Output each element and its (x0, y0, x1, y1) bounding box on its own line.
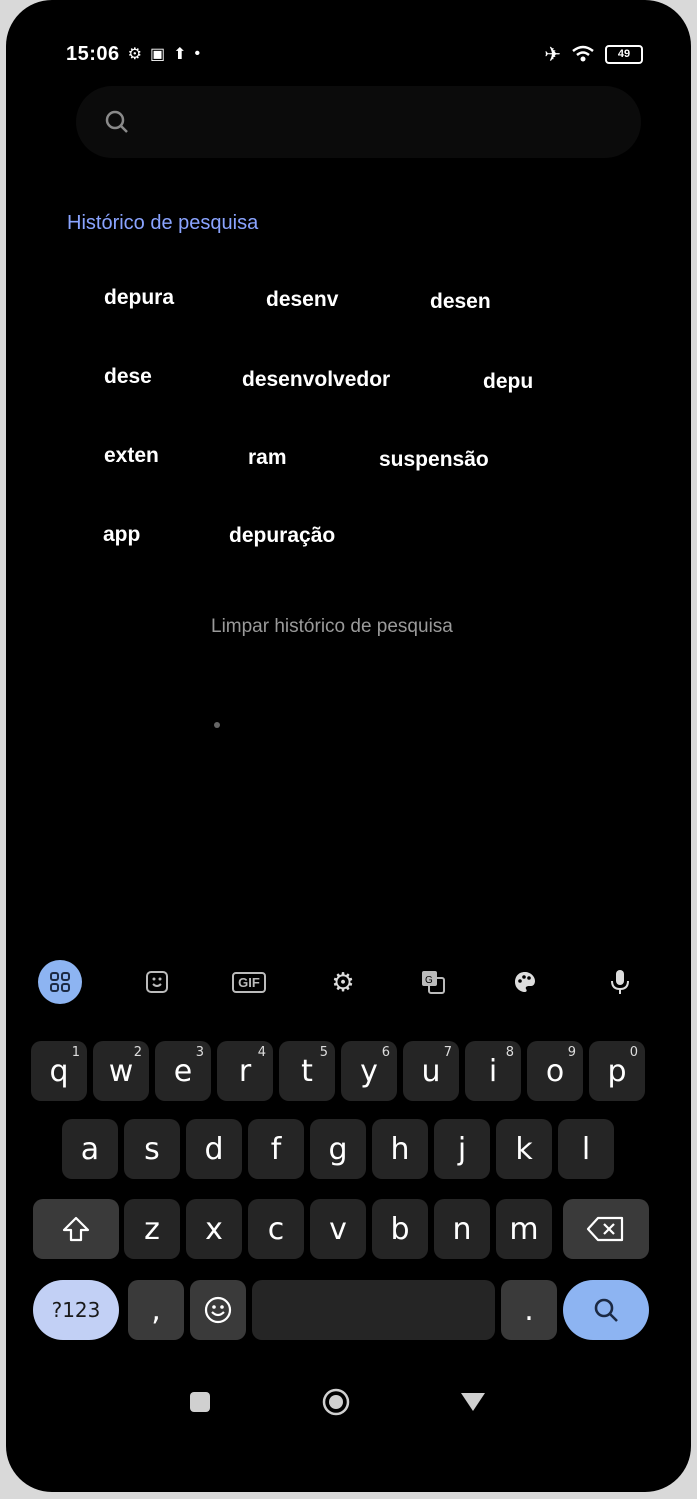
key-a[interactable]: a (62, 1119, 118, 1179)
backspace-key[interactable] (563, 1199, 649, 1259)
shift-key[interactable] (33, 1199, 119, 1259)
translate-icon[interactable]: G (411, 960, 455, 1004)
key-f[interactable]: f (248, 1119, 304, 1179)
wifi-icon (572, 45, 594, 62)
key-w[interactable]: w2 (93, 1041, 149, 1101)
keyboard-row-3: z x c v b n m (23, 1199, 667, 1265)
key-b[interactable]: b (372, 1199, 428, 1259)
key-t[interactable]: t5 (279, 1041, 335, 1101)
shift-icon (62, 1216, 90, 1242)
search-bar[interactable] (76, 86, 641, 158)
comma-key[interactable]: , (128, 1280, 184, 1340)
back-button[interactable] (451, 1380, 495, 1424)
period-key[interactable]: . (501, 1280, 557, 1340)
key-o[interactable]: o9 (527, 1041, 583, 1101)
palette-icon[interactable] (503, 960, 547, 1004)
history-item[interactable]: desenv (262, 282, 342, 318)
search-icon (594, 1298, 618, 1322)
key-p[interactable]: p0 (589, 1041, 645, 1101)
keyboard: q1 w2 e3 r4 t5 y6 u7 i8 o9 p0 a s d f g … (23, 1033, 667, 1353)
key-h[interactable]: h (372, 1119, 428, 1179)
key-c[interactable]: c (248, 1199, 304, 1259)
history-item[interactable]: suspensão (375, 442, 493, 478)
keyboard-row-1: q1 w2 e3 r4 t5 y6 u7 i8 o9 p0 (23, 1041, 667, 1107)
history-item[interactable]: depu (479, 364, 537, 400)
key-q[interactable]: q1 (31, 1041, 87, 1101)
key-l[interactable]: l (558, 1119, 614, 1179)
history-item[interactable]: desenvolvedor (238, 362, 394, 398)
key-n[interactable]: n (434, 1199, 490, 1259)
history-item[interactable]: depura (100, 280, 178, 316)
backspace-icon (586, 1216, 624, 1242)
key-i[interactable]: i8 (465, 1041, 521, 1101)
battery-icon: 49 (605, 44, 643, 64)
key-g[interactable]: g (310, 1119, 366, 1179)
upload-status-icon: ⬆ (173, 46, 187, 63)
emoji-key[interactable] (190, 1280, 246, 1340)
sticker-icon[interactable] (135, 960, 179, 1004)
keyboard-row-2: a s d f g h j k l (23, 1119, 667, 1185)
svg-text:G: G (425, 975, 433, 986)
history-item[interactable]: app (99, 517, 144, 553)
back-icon (461, 1393, 485, 1411)
dot-icon: • (194, 45, 201, 62)
history-item[interactable]: dese (100, 359, 156, 395)
recents-icon (190, 1392, 210, 1412)
history-item[interactable]: desen (426, 284, 495, 320)
key-v[interactable]: v (310, 1199, 366, 1259)
key-d[interactable]: d (186, 1119, 242, 1179)
phone-screen: 15:06 ⚙ ▣ ⬆ • ✈ 49 Histórico de pesquisa… (6, 0, 691, 1492)
key-y[interactable]: y6 (341, 1041, 397, 1101)
key-k[interactable]: k (496, 1119, 552, 1179)
key-r[interactable]: r4 (217, 1041, 273, 1101)
gif-icon[interactable]: GIF (227, 960, 271, 1004)
search-icon (105, 110, 128, 133)
key-z[interactable]: z (124, 1199, 180, 1259)
key-m[interactable]: m (496, 1199, 552, 1259)
key-x[interactable]: x (186, 1199, 242, 1259)
settings-status-icon: ⚙ (127, 46, 142, 63)
emoji-icon (204, 1296, 232, 1324)
history-item[interactable]: depuração (225, 518, 339, 554)
key-u[interactable]: u7 (403, 1041, 459, 1101)
apps-grid-icon[interactable] (38, 960, 82, 1004)
key-j[interactable]: j (434, 1119, 490, 1179)
history-title: Histórico de pesquisa (67, 212, 259, 234)
key-s[interactable]: s (124, 1119, 180, 1179)
history-item[interactable]: ram (244, 440, 291, 476)
recents-button[interactable] (178, 1380, 222, 1424)
gif-label: GIF (232, 971, 266, 993)
notification-app-icon: ▣ (150, 46, 166, 63)
search-enter-key[interactable] (563, 1280, 649, 1340)
microphone-icon[interactable] (598, 960, 642, 1004)
decorative-dot (214, 722, 220, 728)
settings-icon[interactable]: ⚙ (321, 960, 365, 1004)
space-key[interactable] (252, 1280, 495, 1340)
keyboard-row-4: ?123 , . (23, 1280, 667, 1346)
home-button[interactable] (314, 1380, 358, 1424)
symbols-key[interactable]: ?123 (33, 1280, 119, 1340)
key-e[interactable]: e3 (155, 1041, 211, 1101)
status-bar: 15:06 ⚙ ▣ ⬆ • ✈ 49 (66, 36, 643, 72)
keyboard-toolbar: GIF ⚙ G (6, 960, 691, 1020)
status-time: 15:06 (66, 42, 120, 65)
search-input[interactable] (140, 108, 584, 136)
status-right: ✈ 49 (544, 42, 643, 67)
home-icon (322, 1388, 350, 1416)
airplane-icon: ✈ (544, 43, 561, 66)
clear-history-button[interactable]: Limpar histórico de pesquisa (211, 616, 453, 638)
history-item[interactable]: exten (100, 438, 163, 474)
